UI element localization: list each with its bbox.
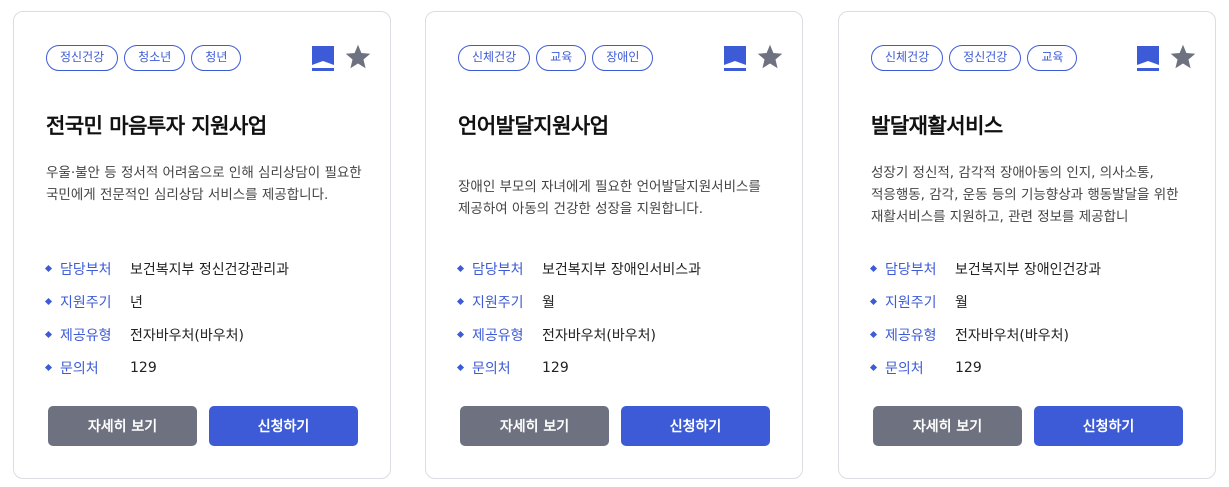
tag[interactable]: 정신건강 — [949, 45, 1022, 71]
info-row-contact: 문의처 129 — [869, 351, 1199, 384]
star-icon[interactable] — [1169, 43, 1197, 71]
info-label: 문의처 — [885, 360, 924, 377]
info-value: 보건복지부 정신건강관리과 — [130, 261, 290, 278]
diamond-bullet-icon — [869, 363, 878, 372]
card-title: 전국민 마음투자 지원사업 — [46, 114, 267, 138]
diamond-bullet-icon — [44, 363, 53, 372]
tag[interactable]: 교육 — [536, 45, 587, 71]
view-details-button[interactable]: 자세히 보기 — [460, 406, 609, 446]
info-value: 129 — [130, 359, 157, 376]
card-actions: 자세히 보기 신청하기 — [48, 406, 358, 446]
card-description: 장애인 부모의 자녀에게 필요한 언어발달지원서비스를 제공하여 아동의 건강한… — [458, 179, 761, 217]
info-label: 제공유형 — [885, 327, 937, 344]
info-value: 129 — [542, 359, 569, 376]
diamond-bullet-icon — [869, 297, 878, 306]
service-card: 신체건강 교육 장애인 언어발달지원사업 장애인 부모의 자녀에게 필요한 언어… — [425, 11, 803, 479]
info-row-type: 제공유형 전자바우처(바우처) — [869, 318, 1199, 351]
apply-button[interactable]: 신청하기 — [209, 406, 358, 446]
info-label: 문의처 — [472, 360, 511, 377]
info-label: 지원주기 — [472, 294, 524, 311]
info-list: 담당부처 보건복지부 정신건강관리과 지원주기 년 제공유형 전자바우처(바우처… — [44, 252, 374, 384]
card-actions: 자세히 보기 신청하기 — [460, 406, 770, 446]
info-row-contact: 문의처 129 — [456, 351, 786, 384]
service-card: 신체건강 정신건강 교육 발달재활서비스 성장기 정신적, 감각적 장애아동의 … — [838, 11, 1216, 479]
info-row-department: 담당부처 보건복지부 정신건강관리과 — [44, 252, 374, 285]
info-label: 담당부처 — [60, 261, 112, 278]
tag[interactable]: 청소년 — [124, 45, 186, 71]
info-list: 담당부처 보건복지부 장애인서비스과 지원주기 월 제공유형 전자바우처(바우처… — [456, 252, 786, 384]
diamond-bullet-icon — [456, 363, 465, 372]
info-label: 제공유형 — [60, 327, 112, 344]
service-card: 정신건강 청소년 청년 전국민 마음투자 지원사업 우울·불안 등 정서적 어려… — [13, 11, 391, 479]
card-description: 우울·불안 등 정서적 어려움으로 인해 심리상담이 필요한 국민에게 전문적인… — [46, 165, 362, 203]
info-value: 보건복지부 장애인건강과 — [955, 261, 1102, 278]
bookmark-icon[interactable] — [724, 46, 746, 72]
card-title: 발달재활서비스 — [871, 114, 1003, 138]
info-row-cycle: 지원주기 년 — [44, 285, 374, 318]
diamond-bullet-icon — [44, 297, 53, 306]
diamond-bullet-icon — [456, 297, 465, 306]
info-row-type: 제공유형 전자바우처(바우처) — [456, 318, 786, 351]
info-row-cycle: 지원주기 월 — [869, 285, 1199, 318]
info-label: 지원주기 — [885, 294, 937, 311]
info-value: 년 — [130, 294, 143, 311]
info-value: 전자바우처(바우처) — [955, 327, 1069, 344]
info-value: 보건복지부 장애인서비스과 — [542, 261, 702, 278]
card-title: 언어발달지원사업 — [458, 114, 609, 138]
view-details-button[interactable]: 자세히 보기 — [873, 406, 1022, 446]
card-actions: 자세히 보기 신청하기 — [873, 406, 1183, 446]
tag-list: 신체건강 정신건강 교육 — [871, 45, 1078, 71]
diamond-bullet-icon — [869, 330, 878, 339]
star-icon[interactable] — [756, 43, 784, 71]
info-row-department: 담당부처 보건복지부 장애인서비스과 — [456, 252, 786, 285]
bookmark-icon[interactable] — [312, 46, 334, 72]
tag-list: 정신건강 청소년 청년 — [46, 45, 242, 71]
diamond-bullet-icon — [44, 330, 53, 339]
info-label: 지원주기 — [60, 294, 112, 311]
tag[interactable]: 신체건강 — [871, 45, 944, 71]
apply-button[interactable]: 신청하기 — [1034, 406, 1183, 446]
apply-button[interactable]: 신청하기 — [621, 406, 770, 446]
diamond-bullet-icon — [456, 330, 465, 339]
info-list: 담당부처 보건복지부 장애인건강과 지원주기 월 제공유형 전자바우처(바우처)… — [869, 252, 1199, 384]
info-value: 전자바우처(바우처) — [542, 327, 656, 344]
info-value: 월 — [542, 294, 555, 311]
tag[interactable]: 신체건강 — [458, 45, 531, 71]
info-row-cycle: 지원주기 월 — [456, 285, 786, 318]
view-details-button[interactable]: 자세히 보기 — [48, 406, 197, 446]
diamond-bullet-icon — [456, 264, 465, 273]
info-label: 문의처 — [60, 360, 99, 377]
tag[interactable]: 교육 — [1027, 45, 1078, 71]
info-value: 전자바우처(바우처) — [130, 327, 244, 344]
star-icon[interactable] — [344, 43, 372, 71]
info-value: 129 — [955, 359, 982, 376]
tag[interactable]: 장애인 — [592, 45, 654, 71]
service-card-list: 정신건강 청소년 청년 전국민 마음투자 지원사업 우울·불안 등 정서적 어려… — [0, 0, 1229, 487]
info-row-contact: 문의처 129 — [44, 351, 374, 384]
info-value: 월 — [955, 294, 968, 311]
info-label: 담당부처 — [885, 261, 937, 278]
tag[interactable]: 정신건강 — [46, 45, 119, 71]
info-label: 담당부처 — [472, 261, 524, 278]
tag[interactable]: 청년 — [191, 45, 242, 71]
info-row-type: 제공유형 전자바우처(바우처) — [44, 318, 374, 351]
diamond-bullet-icon — [44, 264, 53, 273]
info-label: 제공유형 — [472, 327, 524, 344]
tag-list: 신체건강 교육 장애인 — [458, 45, 654, 71]
diamond-bullet-icon — [869, 264, 878, 273]
card-description: 성장기 정신적, 감각적 장애아동의 인지, 의사소통, 적응행동, 감각, 운… — [871, 165, 1179, 225]
info-row-department: 담당부처 보건복지부 장애인건강과 — [869, 252, 1199, 285]
bookmark-icon[interactable] — [1137, 46, 1159, 72]
